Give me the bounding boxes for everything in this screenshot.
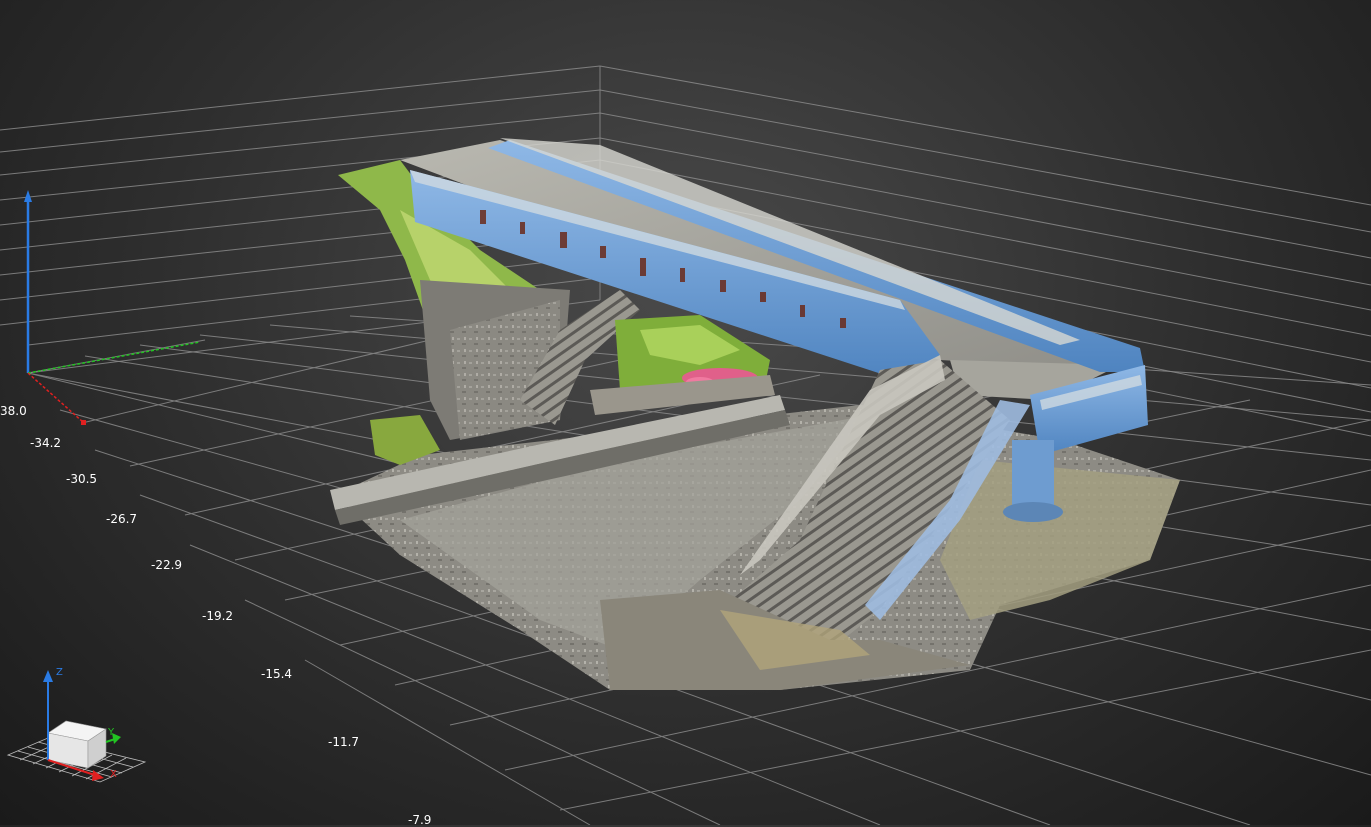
orientation-gizmo[interactable]: Z Y X: [6, 667, 147, 783]
y-axis: [27, 341, 201, 374]
tick-label: 38.0: [0, 404, 27, 418]
tick-label: -30.5: [66, 472, 98, 486]
tick-label: -22.9: [151, 558, 183, 572]
gizmo-z-label: Z: [56, 667, 63, 678]
x-axis: [27, 372, 85, 424]
bridge-pillar: [1012, 440, 1054, 510]
scene-canvas[interactable]: Z Y X: [0, 0, 1371, 825]
gizmo-y-label: Y: [107, 727, 115, 738]
tick-label: -15.4: [261, 667, 293, 681]
point-cloud-model[interactable]: [330, 138, 1180, 690]
3d-viewport[interactable]: Z Y X 38.0 -34.2 -30.5 -26.7 -22.9 -19.2…: [0, 0, 1371, 827]
view-cube[interactable]: [47, 720, 107, 769]
tick-label: -34.2: [30, 436, 62, 450]
tick-label: -26.7: [106, 512, 138, 526]
world-axes: [24, 190, 201, 425]
tick-label: -19.2: [202, 609, 234, 623]
tick-label: -11.7: [328, 735, 360, 749]
gizmo-x-label: X: [110, 769, 117, 780]
